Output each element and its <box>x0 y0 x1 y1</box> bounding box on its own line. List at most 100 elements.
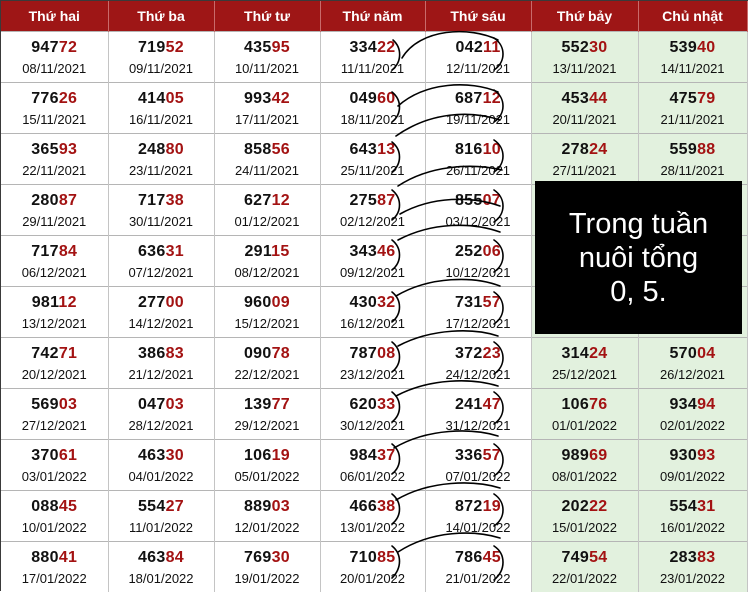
number-head: 636 <box>137 242 166 260</box>
number-tail: 84 <box>58 242 78 260</box>
result-number: 93494 <box>639 395 747 415</box>
cell-tuesday: 63631 07/12/2021 <box>108 235 215 287</box>
number-head: 858 <box>243 140 272 158</box>
draw-date: 07/12/2021 <box>128 264 194 280</box>
draw-date: 11/11/2021 <box>340 60 405 76</box>
cell-monday: 37061 03/01/2022 <box>1 439 109 491</box>
draw-date: 30/11/2021 <box>128 213 194 229</box>
cell-tuesday: 41405 16/11/2021 <box>108 82 215 134</box>
number-head: 889 <box>243 497 272 515</box>
number-head: 981 <box>31 293 59 311</box>
draw-date: 20/11/2021 <box>552 111 617 127</box>
cell-friday: 73157 17/12/2021 <box>425 286 532 338</box>
number-tail: 00 <box>165 293 184 311</box>
number-tail: 12 <box>271 191 290 209</box>
draw-date: 17/11/2021 <box>234 111 300 127</box>
cell-tuesday: 24880 23/11/2021 <box>108 133 215 185</box>
result-number: 71784 <box>1 242 108 262</box>
header-wednesday: Thứ tư <box>214 1 321 32</box>
number-head: 731 <box>454 293 483 311</box>
number-head: 570 <box>669 344 698 362</box>
result-number: 62712 <box>215 191 320 211</box>
draw-date: 21/12/2021 <box>128 366 194 382</box>
number-tail: 52 <box>165 38 184 56</box>
number-head: 106 <box>243 446 272 464</box>
draw-date: 03/12/2021 <box>445 213 511 229</box>
cell-tuesday: 46384 18/01/2022 <box>108 541 215 592</box>
draw-date: 22/12/2021 <box>234 366 300 382</box>
number-head: 816 <box>454 140 483 158</box>
cell-monday: 56903 27/12/2021 <box>1 388 109 440</box>
number-tail: 30 <box>165 446 184 464</box>
cell-wednesday: 88903 12/01/2022 <box>214 490 321 542</box>
number-tail: 19 <box>271 446 290 464</box>
draw-date: 05/01/2022 <box>234 468 300 484</box>
draw-date: 06/01/2022 <box>339 468 406 484</box>
result-number: 56903 <box>1 395 108 415</box>
number-head: 463 <box>137 446 166 464</box>
result-number: 78708 <box>321 344 425 364</box>
number-tail: 80 <box>165 140 184 158</box>
number-tail: 42 <box>271 89 290 107</box>
annotation-line-2: nuôi tổng <box>578 241 699 274</box>
cell-monday: 28087 29/11/2021 <box>1 184 109 236</box>
number-head: 275 <box>349 191 378 209</box>
cell-sunday: 93494 02/01/2022 <box>638 388 748 440</box>
draw-date: 03/01/2022 <box>21 468 87 484</box>
number-tail: 23 <box>482 344 501 362</box>
draw-date: 25/11/2021 <box>340 162 405 178</box>
result-number: 25206 <box>426 242 531 262</box>
cell-tuesday: 46330 04/01/2022 <box>108 439 215 491</box>
number-tail: 44 <box>589 89 608 107</box>
result-number: 87219 <box>426 497 531 517</box>
number-head: 947 <box>31 38 59 56</box>
number-head: 106 <box>561 395 590 413</box>
number-tail: 30 <box>271 548 290 566</box>
number-tail: 38 <box>165 191 184 209</box>
cell-friday: 25206 10/12/2021 <box>425 235 532 287</box>
number-tail: 54 <box>589 548 608 566</box>
cell-monday: 36593 22/11/2021 <box>1 133 109 185</box>
result-number: 55988 <box>639 140 747 160</box>
number-tail: 87 <box>58 191 78 209</box>
number-head: 993 <box>243 89 272 107</box>
result-number: 43032 <box>321 293 425 313</box>
number-head: 554 <box>669 497 698 515</box>
draw-date: 29/11/2021 <box>22 213 87 229</box>
number-tail: 11 <box>483 38 501 56</box>
result-number: 53940 <box>639 38 747 58</box>
result-number: 24147 <box>426 395 531 415</box>
result-number: 46638 <box>321 497 425 517</box>
draw-date: 27/11/2021 <box>552 162 617 178</box>
result-number: 71085 <box>321 548 425 568</box>
draw-date: 19/11/2021 <box>445 111 511 127</box>
number-head: 252 <box>454 242 483 260</box>
result-number: 88903 <box>215 497 320 517</box>
draw-date: 18/01/2022 <box>128 570 194 586</box>
draw-date: 17/01/2022 <box>21 570 87 586</box>
cell-monday: 94772 08/11/2021 <box>1 31 109 83</box>
number-head: 090 <box>243 344 272 362</box>
number-head: 280 <box>31 191 59 209</box>
result-number: 63631 <box>109 242 214 262</box>
draw-date: 23/11/2021 <box>128 162 194 178</box>
number-head: 336 <box>454 446 483 464</box>
result-number: 55431 <box>639 497 747 517</box>
draw-date: 20/01/2022 <box>339 570 406 586</box>
draw-date: 26/11/2021 <box>445 162 511 178</box>
result-number: 57004 <box>639 344 747 364</box>
draw-date: 20/12/2021 <box>21 366 87 382</box>
number-head: 710 <box>349 548 378 566</box>
number-head: 742 <box>31 344 59 362</box>
draw-date: 31/12/2021 <box>445 417 511 433</box>
cell-tuesday: 04703 28/12/2021 <box>108 388 215 440</box>
draw-date: 24/12/2021 <box>445 366 511 382</box>
result-number: 55427 <box>109 497 214 517</box>
result-number: 37223 <box>426 344 531 364</box>
number-tail: 57 <box>482 293 501 311</box>
draw-date: 01/01/2022 <box>551 417 618 433</box>
header-sunday: Chủ nhật <box>638 1 748 32</box>
number-head: 430 <box>349 293 378 311</box>
result-number: 04211 <box>426 38 531 58</box>
number-head: 872 <box>454 497 483 515</box>
